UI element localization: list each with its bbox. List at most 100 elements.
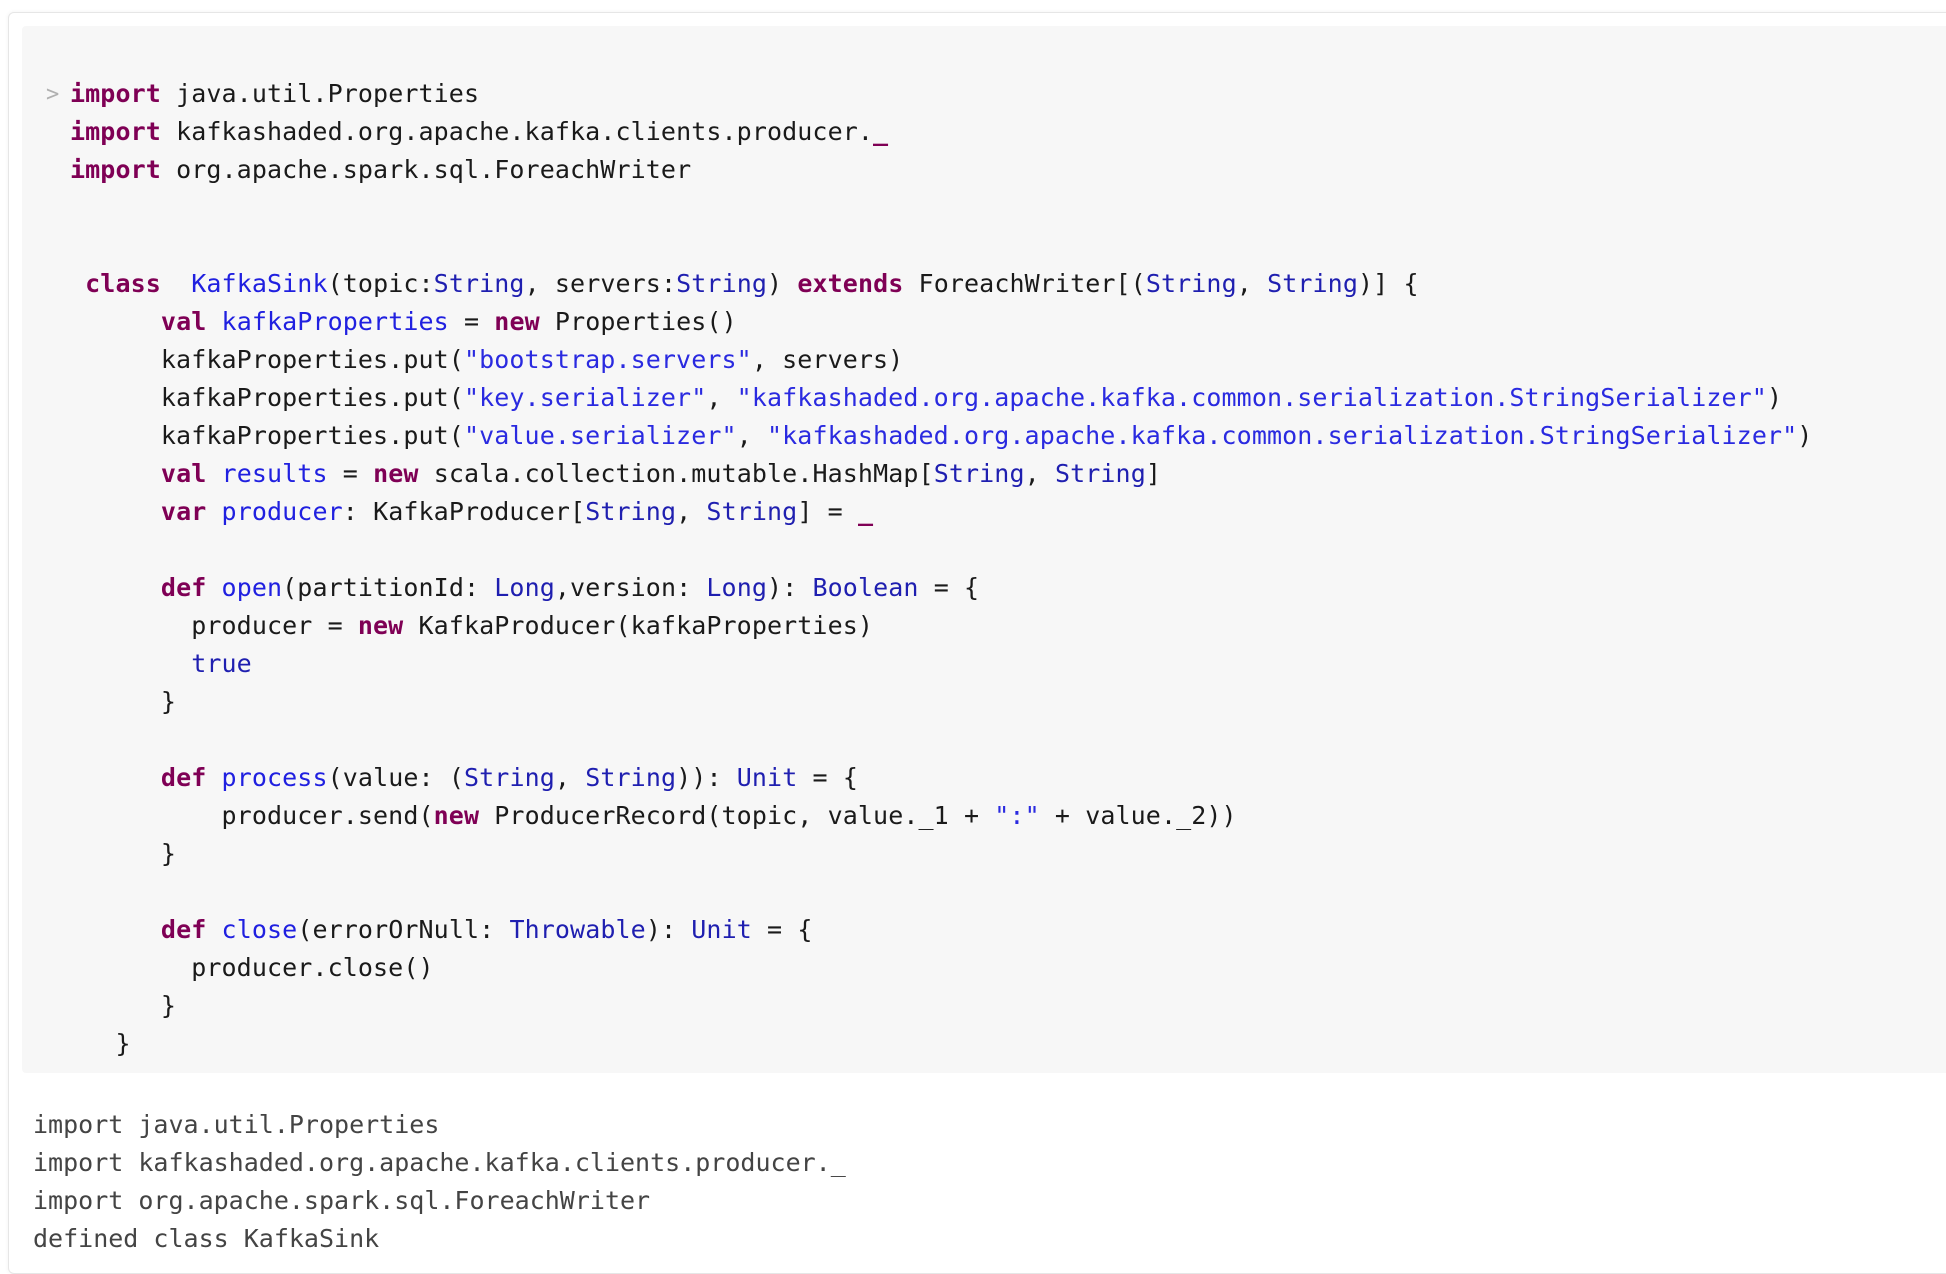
keyword-token: val — [160, 307, 207, 336]
code-text: KafkaProducer(kafkaProperties) — [403, 611, 874, 640]
keyword-token: new — [494, 307, 540, 336]
keyword-token: new — [357, 611, 404, 640]
code-line: producer = new KafkaProducer(kafkaProper… — [70, 607, 1812, 645]
code-text: + value._2)) — [1039, 801, 1237, 830]
type-token: String — [463, 763, 555, 792]
code-content[interactable]: import java.util.Properties import kafkas… — [70, 75, 1812, 1063]
code-text: : KafkaProducer[ — [342, 497, 586, 526]
code-text: producer.close() — [70, 953, 434, 982]
keyword-token: val — [160, 459, 207, 488]
code-text: , — [1236, 269, 1268, 298]
code-text: = — [448, 307, 495, 336]
code-line: true — [70, 645, 1812, 683]
keyword-token: new — [373, 459, 419, 488]
code-line: val results = new scala.collection.mutab… — [70, 455, 1812, 493]
type-token: Boolean — [812, 573, 919, 602]
code-text: ForeachWriter[( — [903, 269, 1146, 298]
type-token: Long — [494, 573, 555, 602]
code-text: kafkaProperties.put( — [70, 383, 464, 412]
code-text: ProducerRecord(topic, value._1 + — [479, 801, 995, 830]
code-line: kafkaProperties.put("key.serializer", "k… — [70, 379, 1812, 417]
code-text: (value: ( — [327, 763, 464, 792]
type-token: String — [1145, 269, 1237, 298]
chevron-right-icon: > — [46, 82, 60, 107]
literal-token: true — [191, 649, 252, 678]
definition-token: kafkaProperties — [221, 307, 449, 336]
definition-token: producer — [221, 497, 343, 526]
code-editor[interactable]: > import java.util.Properties import kafk… — [22, 26, 1946, 1073]
code-text: kafkaProperties.put( — [70, 345, 464, 374]
code-text: ): — [645, 915, 692, 944]
type-token: String — [933, 459, 1025, 488]
type-token: String — [1267, 269, 1358, 298]
string-token: ":" — [994, 801, 1040, 830]
wildcard-token: _ — [857, 497, 874, 526]
wildcard-token: _ — [873, 117, 889, 146]
code-text: , — [706, 383, 737, 412]
definition-token: close — [221, 915, 298, 944]
output-line: import kafkashaded.org.apache.kafka.clie… — [33, 1148, 846, 1177]
type-token: String — [585, 497, 677, 526]
code-text: = { — [751, 915, 813, 944]
code-text: kafkashaded.org.apache.kafka.clients.pro… — [160, 117, 874, 146]
string-token: "kafkashaded.org.apache.kafka.common.ser… — [736, 383, 1767, 412]
keyword-token: import — [70, 117, 161, 146]
string-token: "bootstrap.servers" — [463, 345, 752, 374]
code-line: } — [70, 987, 1812, 1025]
code-line: class KafkaSink(topic:String, servers:St… — [70, 265, 1812, 303]
code-text: } — [70, 687, 177, 716]
code-text: java.util.Properties — [160, 79, 480, 108]
code-line: } — [70, 683, 1812, 721]
code-text: ) — [767, 269, 798, 298]
keyword-token: new — [433, 801, 480, 830]
definition-token: results — [221, 459, 328, 488]
keyword-token: extends — [797, 269, 904, 298]
code-text: , servers: — [524, 269, 677, 298]
code-text: ] — [1145, 459, 1162, 488]
type-token: String — [433, 269, 525, 298]
code-text: )): — [676, 763, 737, 792]
string-token: "key.serializer" — [463, 383, 707, 412]
code-text: ] = — [797, 497, 858, 526]
code-text: (topic: — [327, 269, 434, 298]
code-text: = { — [797, 763, 858, 792]
code-text: = — [327, 459, 374, 488]
keyword-token: import — [70, 79, 161, 108]
code-text: , — [736, 421, 767, 450]
code-text: = { — [918, 573, 980, 602]
code-text: Properties() — [539, 307, 737, 336]
code-text: ) — [1797, 421, 1813, 450]
code-text: , — [676, 497, 707, 526]
definition-token: process — [221, 763, 328, 792]
keyword-token: def — [160, 573, 207, 602]
code-line: import java.util.Properties — [70, 75, 1812, 113]
keyword-token: var — [160, 497, 207, 526]
cell-output: import java.util.Properties import kafkas… — [33, 1106, 846, 1258]
keyword-token: import — [70, 155, 161, 184]
type-token: Long — [706, 573, 768, 602]
type-token: String — [1054, 459, 1146, 488]
output-line: import org.apache.spark.sql.ForeachWrite… — [33, 1186, 651, 1215]
code-text: (errorOrNull: — [297, 915, 510, 944]
code-line: def open(partitionId: Long,version: Long… — [70, 569, 1812, 607]
code-line: kafkaProperties.put("bootstrap.servers",… — [70, 341, 1812, 379]
code-line: import kafkashaded.org.apache.kafka.clie… — [70, 113, 1812, 151]
code-text: )] { — [1357, 269, 1419, 298]
code-text: kafkaProperties.put( — [70, 421, 464, 450]
code-line: val kafkaProperties = new Properties() — [70, 303, 1812, 341]
type-token: Unit — [736, 763, 798, 792]
